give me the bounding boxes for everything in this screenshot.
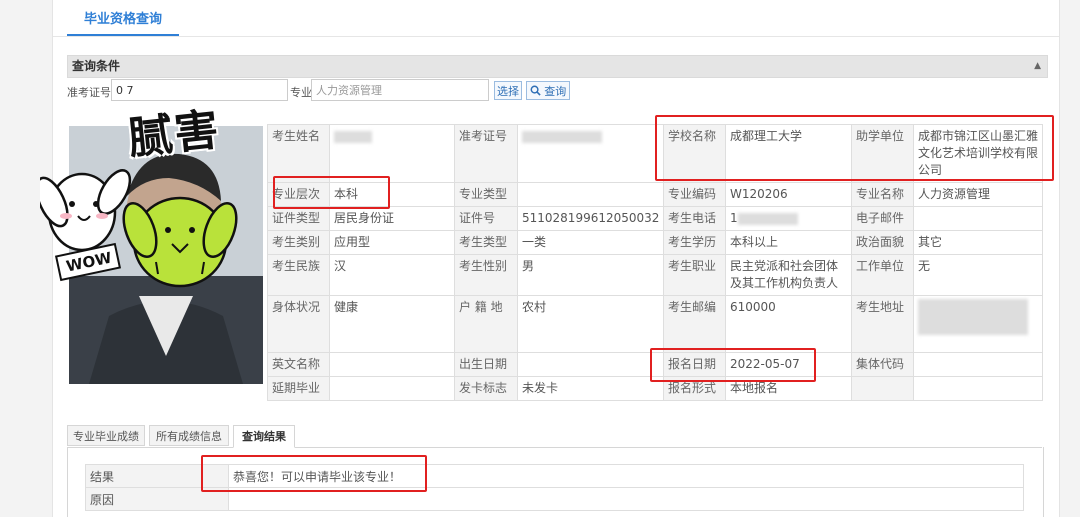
query-button-label: 查询 <box>544 85 567 98</box>
address-label: 考生地址 <box>851 295 914 353</box>
card-flag-label: 发卡标志 <box>454 376 518 401</box>
tab-graduation-query[interactable]: 毕业资格查询 <box>67 0 179 36</box>
assist-unit-value: 成都市锦江区山墨汇雅文化艺术培训学校有限公司 <box>913 124 1043 183</box>
reg-form-label: 报名形式 <box>663 376 726 401</box>
english-name-label: 英文名称 <box>267 352 330 377</box>
query-button[interactable]: 查询 <box>526 81 570 100</box>
postcode-label: 考生邮编 <box>663 295 726 353</box>
occupation-label: 考生职业 <box>663 254 726 296</box>
birth-date-label: 出生日期 <box>454 352 518 377</box>
address-value <box>913 295 1043 353</box>
result-value: 恭喜您！可以申请毕业该专业！ <box>228 464 1024 488</box>
birth-date-value <box>517 352 664 377</box>
result-table: 结果 恭喜您！可以申请毕业该专业！ 原因 <box>85 464 1024 511</box>
nation-value: 汉 <box>329 254 455 296</box>
id-type-label: 证件类型 <box>267 206 330 231</box>
major-placeholder: 人力资源管理 <box>316 84 382 97</box>
reg-form-value: 本地报名 <box>725 376 852 401</box>
sticker-overlay: 腻害 WOW <box>40 92 260 292</box>
hukou-value: 农村 <box>517 295 664 353</box>
empty-value <box>913 376 1043 401</box>
query-conditions-header: 查询条件 ▲ <box>67 55 1048 78</box>
political-label: 政治面貌 <box>851 230 914 255</box>
level-value: 本科 <box>329 182 455 207</box>
gender-value: 男 <box>517 254 664 296</box>
assist-unit-label: 助学单位 <box>851 124 914 183</box>
major-code-value: W120206 <box>725 182 852 207</box>
major-input[interactable]: 人力资源管理 <box>311 79 489 101</box>
school-label: 学校名称 <box>663 124 726 183</box>
major-type-value <box>517 182 664 207</box>
health-value: 健康 <box>329 295 455 353</box>
group-code-value <box>913 352 1043 377</box>
political-value: 其它 <box>913 230 1043 255</box>
tab-all-grades[interactable]: 所有成绩信息 <box>149 425 229 446</box>
phone-value-text: 1 <box>730 211 738 225</box>
collapse-icon[interactable]: ▲ <box>1034 56 1041 77</box>
major-label: 专业 <box>290 86 312 99</box>
english-name-value <box>329 352 455 377</box>
hukou-label: 户 籍 地 <box>454 295 518 353</box>
green-dog-icon <box>122 196 238 288</box>
reason-value <box>228 487 1024 511</box>
category-label: 考生类别 <box>267 230 330 255</box>
delay-grad-value <box>329 376 455 401</box>
reg-date-value: 2022-05-07 <box>725 352 852 377</box>
select-button[interactable]: 选择 <box>494 81 522 100</box>
postcode-value: 610000 <box>725 295 852 353</box>
search-icon <box>530 85 541 96</box>
group-code-label: 集体代码 <box>851 352 914 377</box>
major-name-value: 人力资源管理 <box>913 182 1043 207</box>
tab-query-result[interactable]: 查询结果 <box>233 425 295 448</box>
phone-value: 1 <box>725 206 852 231</box>
result-tabs: 专业毕业成绩 所有成绩信息 查询结果 <box>67 423 1042 448</box>
major-code-label: 专业编码 <box>663 182 726 207</box>
name-value <box>329 124 455 183</box>
level-label: 专业层次 <box>267 182 330 207</box>
candidate-type-value: 一类 <box>517 230 664 255</box>
email-label: 电子邮件 <box>851 206 914 231</box>
exam-no-value-cell <box>517 124 664 183</box>
email-value <box>913 206 1043 231</box>
major-type-label: 专业类型 <box>454 182 518 207</box>
major-name-label: 专业名称 <box>851 182 914 207</box>
empty-label <box>851 376 914 401</box>
category-value: 应用型 <box>329 230 455 255</box>
card-flag-value: 未发卡 <box>517 376 664 401</box>
name-label: 考生姓名 <box>267 124 330 183</box>
white-dog-icon <box>40 169 132 252</box>
exam-no-label-cell: 准考证号 <box>454 124 518 183</box>
health-label: 身体状况 <box>267 295 330 353</box>
work-unit-label: 工作单位 <box>851 254 914 296</box>
delay-grad-label: 延期毕业 <box>267 376 330 401</box>
occupation-value: 民主党派和社会团体及其工作机构负责人 <box>725 254 852 296</box>
work-unit-value: 无 <box>913 254 1043 296</box>
tab-major-grades[interactable]: 专业毕业成绩 <box>67 425 145 446</box>
reason-label: 原因 <box>85 487 229 511</box>
gender-label: 考生性别 <box>454 254 518 296</box>
id-type-value: 居民身份证 <box>329 206 455 231</box>
school-value: 成都理工大学 <box>725 124 852 183</box>
query-conditions-title: 查询条件 <box>72 59 121 73</box>
education-label: 考生学历 <box>663 230 726 255</box>
tab-divider <box>53 36 1059 37</box>
id-no-value: 511028199612050032 <box>517 206 664 231</box>
reg-date-label: 报名日期 <box>663 352 726 377</box>
id-no-label: 证件号 <box>454 206 518 231</box>
candidate-type-label: 考生类型 <box>454 230 518 255</box>
result-label: 结果 <box>85 464 229 488</box>
phone-label: 考生电话 <box>663 206 726 231</box>
education-value: 本科以上 <box>725 230 852 255</box>
nation-label: 考生民族 <box>267 254 330 296</box>
student-info-table: 考生姓名 准考证号 学校名称 成都理工大学 助学单位 成都市锦江区山墨汇雅文化艺… <box>267 124 1043 401</box>
